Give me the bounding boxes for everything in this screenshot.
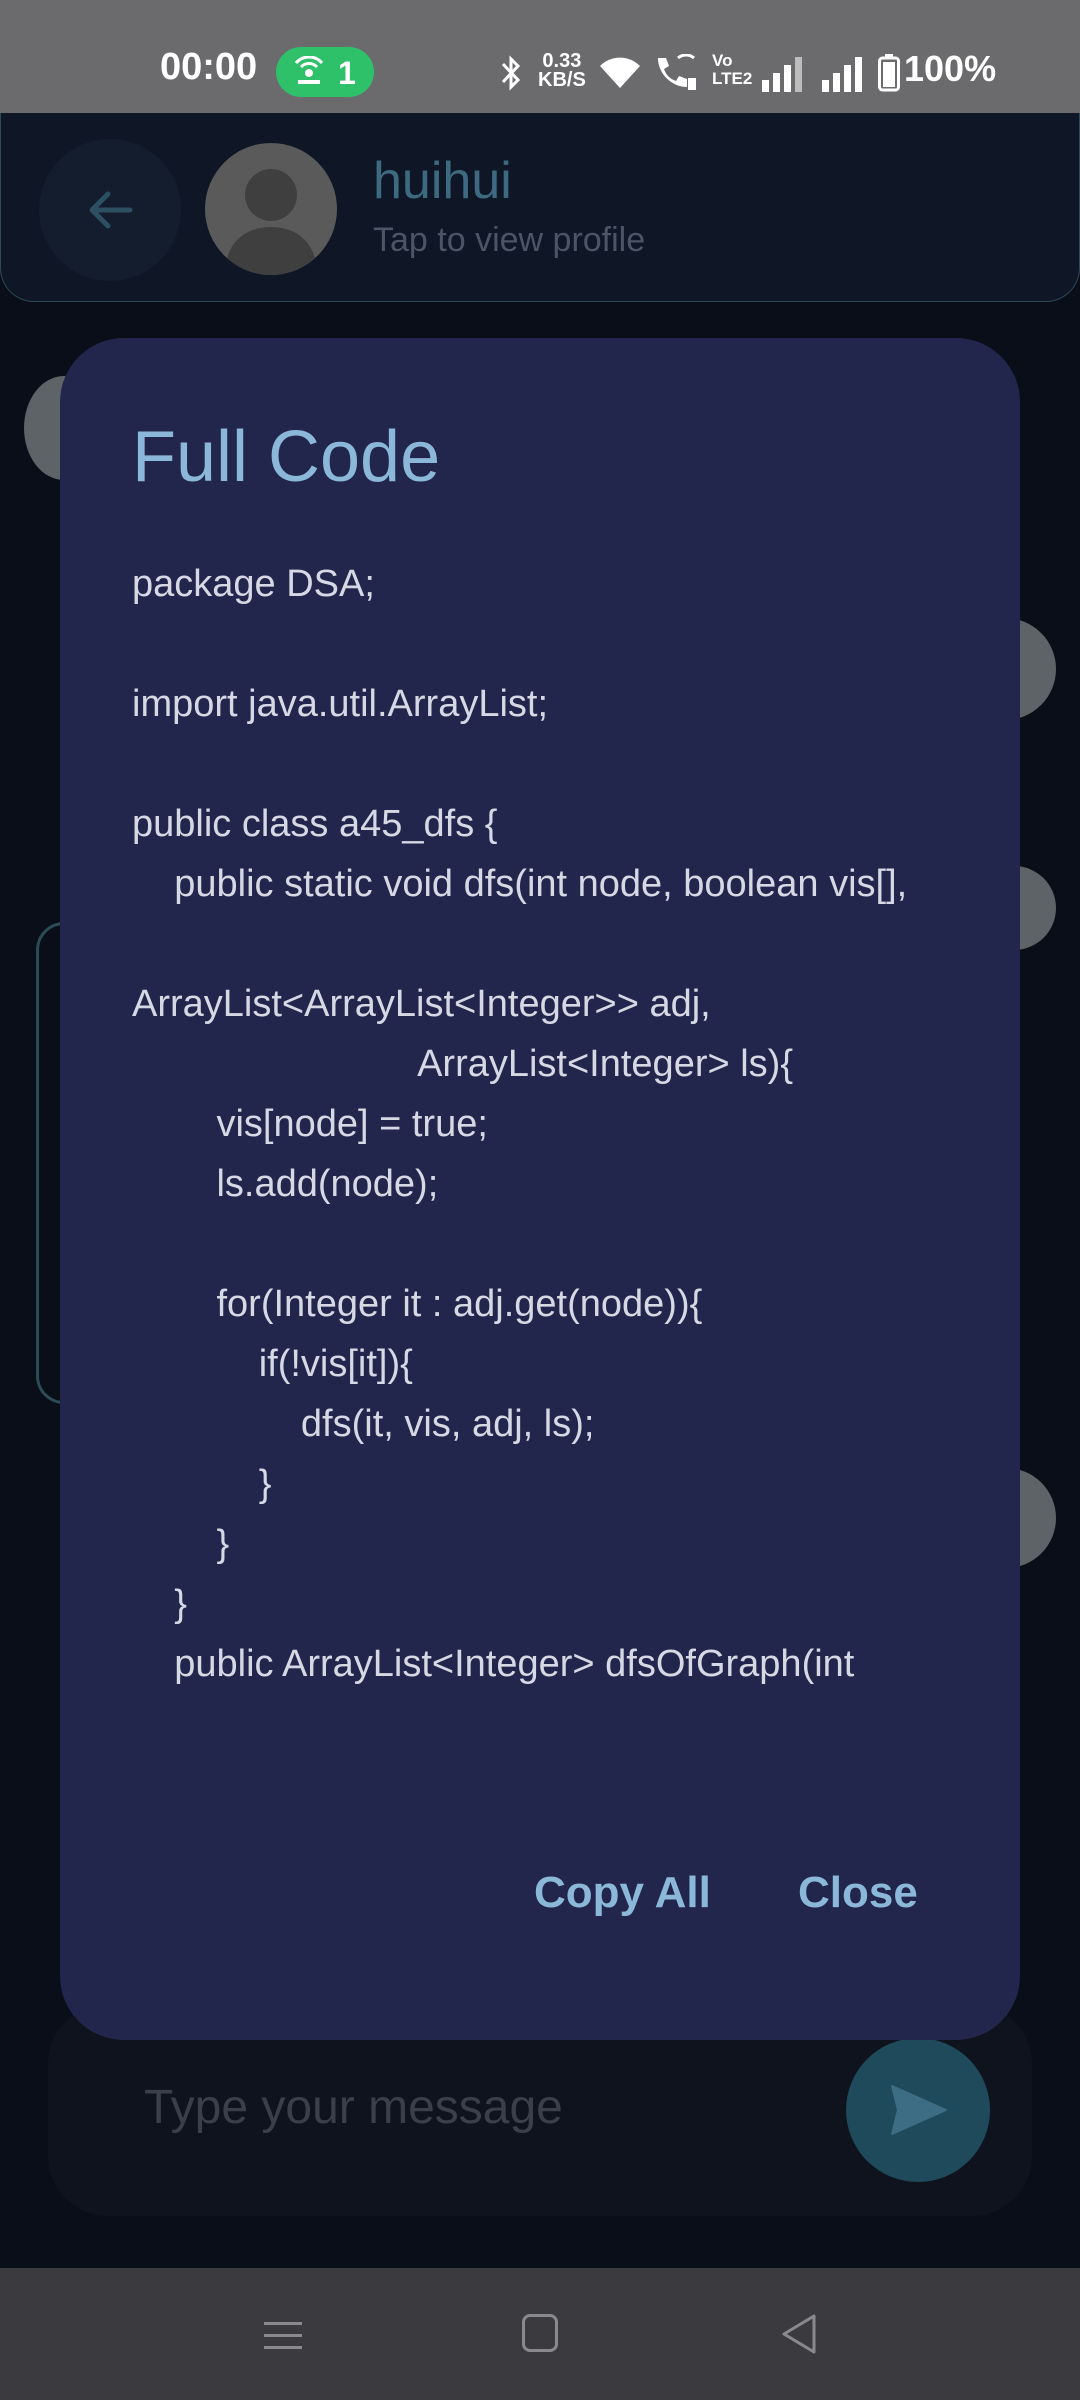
bluetooth-icon — [501, 55, 521, 91]
volte-indicator: Vo LTE2 — [712, 51, 753, 88]
wifi-icon — [600, 57, 640, 88]
chat-header: huihui Tap to view profile — [0, 113, 1080, 302]
status-time: 00:00 — [160, 46, 258, 88]
status-bar: 00:00 1 0.33 KB/S Vo LTE2 100% — [0, 0, 1080, 113]
contact-avatar[interactable] — [205, 143, 337, 275]
code-content[interactable]: package DSA; import java.util.ArrayList;… — [132, 554, 962, 1762]
signal-strength-icon — [762, 57, 802, 92]
signal-strength-icon-2 — [822, 57, 862, 92]
contact-name[interactable]: huihui — [373, 151, 512, 211]
send-button[interactable] — [846, 2038, 990, 2182]
wifi-calling-icon — [658, 54, 696, 90]
full-code-dialog: Full Code package DSA; import java.util.… — [60, 338, 1020, 2040]
send-icon — [891, 2085, 947, 2135]
person-icon — [225, 169, 317, 275]
close-button[interactable]: Close — [798, 1868, 918, 1918]
hotspot-count: 1 — [338, 55, 356, 91]
arrow-left-icon — [89, 191, 133, 229]
message-input[interactable]: Type your message — [144, 2080, 563, 2135]
recent-apps-icon[interactable] — [264, 2316, 302, 2354]
net-speed: 0.33 KB/S — [538, 50, 586, 91]
battery-icon — [878, 54, 900, 92]
home-icon[interactable] — [522, 2314, 558, 2352]
copy-all-button[interactable]: Copy All — [534, 1868, 711, 1918]
hotspot-icon — [294, 56, 324, 84]
hotspot-indicator: 1 — [276, 47, 374, 97]
back-button[interactable] — [39, 139, 181, 281]
back-triangle-icon[interactable] — [780, 2312, 818, 2356]
system-nav-bar — [0, 2268, 1080, 2400]
battery-percent: 100% — [904, 48, 997, 89]
dialog-title: Full Code — [132, 417, 441, 497]
contact-subtitle[interactable]: Tap to view profile — [373, 221, 645, 260]
